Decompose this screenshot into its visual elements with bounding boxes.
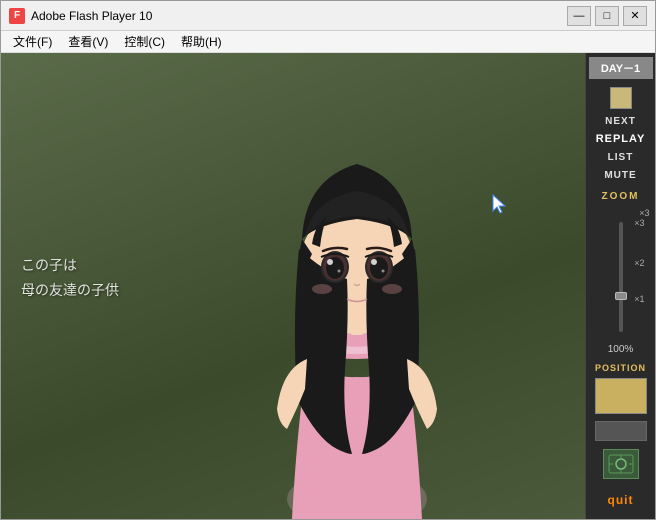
maximize-button[interactable]: □ — [595, 6, 619, 26]
zoom-track[interactable]: ×3 ×2 ×1 — [619, 222, 623, 332]
title-left: F Adobe Flash Player 10 — [9, 8, 152, 24]
main-canvas[interactable]: この子は 母の友達の子供 — [1, 53, 585, 519]
zoom-thumb[interactable] — [615, 292, 627, 300]
zoom-x3-row: ×3 — [592, 208, 650, 218]
replay-button[interactable]: REPLAY — [591, 131, 651, 147]
day-label: DAY－1 — [589, 57, 653, 79]
minimize-button[interactable]: — — [567, 6, 591, 26]
zoom-label: ZOOM — [591, 191, 651, 202]
subtitle-text: この子は 母の友達の子供 — [21, 253, 119, 303]
menu-file[interactable]: 文件(F) — [5, 31, 60, 52]
subtitle-line1: この子は — [21, 253, 119, 278]
app-window: F Adobe Flash Player 10 — □ ✕ 文件(F) 查看(V… — [0, 0, 656, 520]
menu-control[interactable]: 控制(C) — [116, 31, 173, 52]
zoom-x3-label: ×3 — [639, 208, 649, 218]
menu-help[interactable]: 帮助(H) — [173, 31, 230, 52]
nav-icon[interactable] — [603, 449, 639, 479]
zoom-x1-tick: ×1 — [634, 294, 644, 304]
color-swatch[interactable] — [610, 87, 632, 109]
window-title: Adobe Flash Player 10 — [31, 9, 152, 23]
title-bar: F Adobe Flash Player 10 — □ ✕ — [1, 1, 655, 31]
zoom-percent: 100% — [591, 344, 651, 355]
title-controls: — □ ✕ — [567, 6, 647, 26]
zoom-slider-area: ×3 ×3 ×2 ×1 — [601, 208, 641, 336]
right-panel: DAY－1 NEXT REPLAY LIST MUTE ZOOM ×3 ×3 — [585, 53, 655, 519]
next-button[interactable]: NEXT — [591, 113, 651, 129]
position-bottom[interactable] — [595, 421, 647, 441]
subtitle-line2: 母の友達の子供 — [21, 278, 119, 303]
zoom-x3-tick: ×3 — [634, 218, 644, 228]
menu-bar: 文件(F) 查看(V) 控制(C) 帮助(H) — [1, 31, 655, 53]
quit-button[interactable]: quit — [608, 493, 634, 507]
app-icon: F — [9, 8, 25, 24]
mute-button[interactable]: MUTE — [591, 167, 651, 183]
position-label: POSITION — [591, 363, 651, 373]
close-button[interactable]: ✕ — [623, 6, 647, 26]
list-button[interactable]: LIST — [591, 149, 651, 165]
content-area: この子は 母の友達の子供 DAY－1 NEXT REPLAY LIST MUTE… — [1, 53, 655, 519]
menu-view[interactable]: 查看(V) — [60, 31, 116, 52]
zoom-x2-tick: ×2 — [634, 258, 644, 268]
position-preview[interactable] — [595, 378, 647, 414]
character-area — [197, 79, 517, 519]
